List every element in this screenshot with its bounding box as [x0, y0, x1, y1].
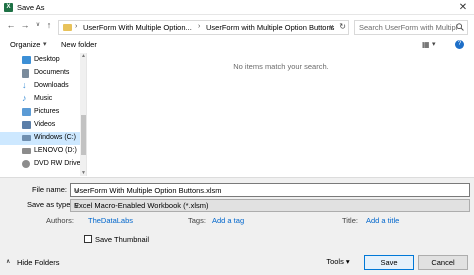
- music-icon: ♪: [22, 93, 27, 103]
- folder-icon: [63, 24, 72, 31]
- scrollbar-thumb[interactable]: [81, 115, 86, 155]
- empty-message: No items match your search.: [233, 62, 329, 71]
- tags-label: Tags:: [188, 216, 206, 225]
- sidebar-item-label: Pictures: [34, 108, 60, 115]
- sidebar-item-label: Videos: [34, 121, 56, 128]
- up-button[interactable]: ↑: [44, 19, 54, 31]
- save-button[interactable]: Save: [364, 255, 414, 270]
- window-title: Save As: [17, 3, 45, 12]
- title-label: Title:: [342, 216, 358, 225]
- navigation-pane: Desktop Documents ↓ Downloads ♪ Music Pi…: [0, 53, 87, 176]
- sidebar-item-label: Windows (C:): [34, 134, 77, 141]
- sidebar-item-lenovo-d[interactable]: LENOVO (D:): [0, 145, 80, 158]
- chevron-down-icon[interactable]: ∨: [74, 201, 466, 210]
- sidebar-item-label: Downloads: [34, 82, 69, 89]
- address-dropdown[interactable]: ∨: [329, 23, 334, 31]
- save-type-label: Save as type:: [27, 200, 73, 209]
- sidebar-item-music[interactable]: ♪ Music: [0, 93, 80, 106]
- dvd-icon: [22, 160, 30, 168]
- hide-folders-label: Hide Folders: [17, 258, 60, 267]
- file-list[interactable]: No items match your search.: [88, 53, 474, 176]
- sidebar-item-label: Documents: [34, 69, 70, 76]
- new-folder-button[interactable]: New folder: [61, 40, 97, 49]
- sidebar-item-label: LENOVO (D:): [34, 147, 77, 154]
- sidebar-item-windows-c[interactable]: Windows (C:): [0, 132, 80, 145]
- drive-icon: [22, 148, 31, 154]
- save-thumbnail-checkbox[interactable]: [84, 235, 92, 243]
- refresh-icon[interactable]: ↻: [339, 22, 346, 31]
- sidebar-scrollbar[interactable]: ▲ ▼: [80, 53, 86, 176]
- sidebar-item-label: Music: [34, 95, 53, 102]
- videos-icon: [22, 121, 31, 129]
- search-icon: [456, 23, 464, 31]
- help-icon[interactable]: ?: [455, 40, 464, 49]
- tools-label: Tools: [326, 257, 344, 266]
- breadcrumb-current[interactable]: UserForm with Multiple Option Buttons: [206, 23, 334, 32]
- sidebar-item-documents[interactable]: Documents: [0, 67, 80, 80]
- sidebar-item-videos[interactable]: Videos: [0, 119, 80, 132]
- search-input[interactable]: Search UserForm with Multipl...: [354, 20, 468, 35]
- recent-locations-dropdown[interactable]: ∨: [33, 19, 43, 31]
- sidebar-item-downloads[interactable]: ↓ Downloads: [0, 80, 80, 93]
- tools-button[interactable]: Tools ▾: [318, 255, 358, 270]
- scroll-down-icon[interactable]: ▼: [80, 170, 86, 176]
- sidebar-item-label: Desktop: [34, 56, 60, 63]
- sidebar-item-dvd-rw-drive[interactable]: DVD RW Drive: [0, 158, 81, 171]
- organize-button[interactable]: Organize: [10, 40, 40, 49]
- authors-field[interactable]: TheDataLabs: [88, 216, 133, 225]
- back-button[interactable]: ←: [6, 19, 16, 31]
- file-name-label: File name:: [32, 185, 68, 194]
- desktop-icon: [22, 56, 31, 64]
- save-thumbnail-label[interactable]: Save Thumbnail: [95, 235, 149, 244]
- authors-label: Authors:: [46, 216, 74, 225]
- breadcrumb-separator[interactable]: ›: [75, 23, 77, 30]
- toolbar: Organize ▾ New folder ▦ ▾ ?: [0, 37, 474, 53]
- save-options-panel: File name: UserForm With Multiple Option…: [0, 177, 474, 275]
- forward-button[interactable]: →: [20, 19, 30, 31]
- address-bar[interactable]: › UserForm With Multiple Option... › Use…: [58, 20, 349, 35]
- save-type-select[interactable]: Excel Macro-Enabled Workbook (*.xlsm) ∨: [70, 199, 470, 212]
- tools-caret-icon: ▾: [345, 257, 350, 266]
- breadcrumb-separator[interactable]: ›: [198, 23, 200, 30]
- title-field[interactable]: Add a title: [366, 216, 399, 225]
- sidebar-item-desktop[interactable]: Desktop: [0, 54, 80, 67]
- close-button[interactable]: ✕: [456, 1, 470, 14]
- downloads-icon: ↓: [22, 80, 27, 90]
- documents-icon: [22, 69, 29, 78]
- chevron-down-icon[interactable]: ∨: [74, 186, 466, 195]
- excel-icon: X: [4, 3, 13, 12]
- scroll-up-icon[interactable]: ▲: [80, 53, 86, 59]
- tags-field[interactable]: Add a tag: [212, 216, 244, 225]
- file-name-field[interactable]: UserForm With Multiple Option Buttons.xl…: [70, 183, 470, 197]
- search-placeholder: Search UserForm with Multipl...: [359, 23, 457, 32]
- sidebar-item-label: DVD RW Drive: [34, 160, 81, 167]
- view-caret-icon[interactable]: ▾: [432, 40, 436, 48]
- breadcrumb-parent[interactable]: UserForm With Multiple Option...: [83, 23, 192, 32]
- address-row: ← → ∨ ↑ › UserForm With Multiple Option.…: [0, 15, 474, 37]
- title-bar: X Save As ✕: [0, 0, 474, 15]
- drive-icon: [22, 135, 31, 141]
- organize-caret-icon: ▾: [43, 41, 47, 48]
- chevron-up-icon: ∧: [6, 259, 11, 265]
- view-icon[interactable]: ▦: [422, 40, 430, 49]
- sidebar-item-pictures[interactable]: Pictures: [0, 106, 80, 119]
- cancel-button[interactable]: Cancel: [418, 255, 468, 270]
- pictures-icon: [22, 108, 31, 116]
